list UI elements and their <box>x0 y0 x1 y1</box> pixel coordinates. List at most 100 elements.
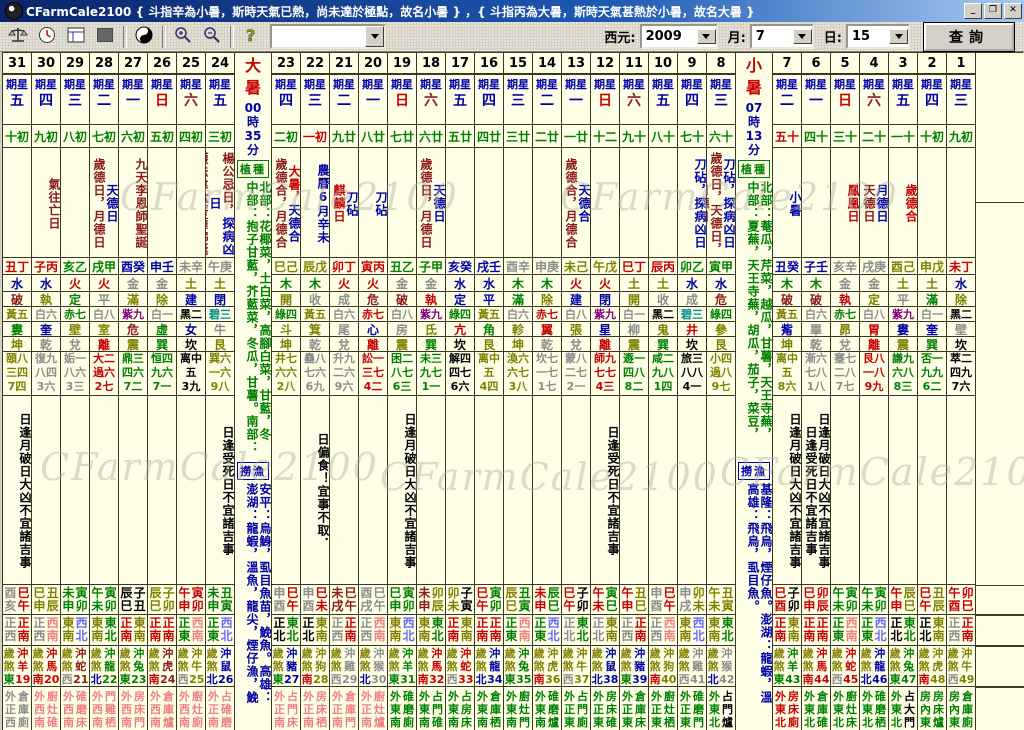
month-field[interactable]: 7 <box>750 24 814 49</box>
day-number: 1 <box>947 53 975 75</box>
ganzhi-cell: 申庚 <box>533 258 561 275</box>
svg-text:?: ? <box>246 26 255 44</box>
weekday-char: 三 <box>308 91 322 111</box>
day-column-14: 14期星二二廿申庚木除赤七翼乾坎七一七1七未申辰巳正東西北歲煞南沖虎36外東南碓… <box>533 53 562 730</box>
square-button[interactable] <box>91 24 119 50</box>
clash-cell: 歲煞東沖豬39 <box>620 646 648 687</box>
festival-cell: 楊公忌日，探病凶日護法韋馱菩薩佛誕 <box>206 148 234 258</box>
element-cell: 土 <box>918 275 946 292</box>
hexagram-cell: 旅三八八4一 <box>678 352 706 396</box>
day-column-10: 10期星五八十辰丙土收黑二鬼巽咸二九八1四申酉巳午正西西南歲煞南沖狗40外正東廚… <box>649 53 678 730</box>
gods-direction-cell: 正西正南 <box>620 615 648 646</box>
officer-cell: 建 <box>562 292 590 307</box>
weekday-cell: 期星四 <box>32 75 60 125</box>
minimize-button[interactable]: _ <box>964 3 982 19</box>
weekday-cell: 期星五 <box>3 75 31 125</box>
weekday-prefix: 期星 <box>681 78 703 91</box>
ganzhi-cell: 戌甲 <box>90 258 118 275</box>
weekday-cell: 期星三 <box>61 75 89 125</box>
zoom-in-icon <box>174 26 192 48</box>
yinyang-button[interactable] <box>130 24 158 50</box>
weekday-prefix: 期星 <box>64 78 86 91</box>
sui-sha: 歲煞北 <box>708 647 719 686</box>
date-field-dropdown-icon[interactable] <box>889 29 908 44</box>
element-cell: 金 <box>388 275 416 292</box>
weekday-char: 三 <box>68 91 82 111</box>
form-button[interactable] <box>62 24 90 50</box>
toolbar-icons: ? <box>4 24 266 50</box>
sui-sha: 歲煞東 <box>4 647 15 686</box>
hexagram-cell: 离中五8六 <box>773 352 801 396</box>
day-note-cell <box>32 396 60 585</box>
sui-sha: 歲煞東 <box>890 647 901 686</box>
element-cell: 土 <box>620 275 648 292</box>
zoom-in-button[interactable] <box>169 24 197 50</box>
nine-star-cell: 碧三 <box>206 307 234 322</box>
day-column-29: 29期星三八初亥乙火定赤七壁兌姤一八六3三未申寅卯東南西北歲煞西沖蛇21外西南碓… <box>61 53 90 730</box>
festival-text: 天德日歲德日，月德日 <box>417 148 445 257</box>
combobox-dropdown-icon[interactable] <box>365 26 384 47</box>
ganzhi-cell: 亥癸 <box>446 258 474 275</box>
ganzhi-cell: 卯丁 <box>330 258 358 275</box>
weekday-char: 二 <box>97 91 111 111</box>
weekday-cell: 期星日 <box>831 75 859 125</box>
weekday-char: 四 <box>482 91 496 111</box>
clash-cell: 歲煞東沖羊31 <box>388 646 416 687</box>
festival-cell: 九天李恩師聖誕 <box>119 148 147 258</box>
year-field[interactable]: 2009 <box>640 24 718 49</box>
clash-cell: 歲煞東沖豬27 <box>272 646 300 687</box>
day-field[interactable]: 15 <box>846 24 910 49</box>
clash-animal: 沖虎36 <box>545 647 560 686</box>
sui-sha: 歲煞南 <box>302 647 313 686</box>
hexagram-cell: 復九八四3六 <box>32 352 60 396</box>
clash-cell: 歲煞東沖羊19 <box>3 646 31 687</box>
query-button[interactable]: 查詢 <box>924 23 1014 51</box>
lucky-hours-cell: 午未寅卯 <box>860 585 888 615</box>
taishen-cell: 外西南倉庫爐 <box>148 687 176 730</box>
gods-direction-cell: 正北東北 <box>889 615 917 646</box>
clock-button[interactable] <box>33 24 61 50</box>
weekday-cell: 期星二 <box>533 75 561 125</box>
lunar-date: 六十 <box>707 125 735 148</box>
calendar-combobox[interactable] <box>270 24 386 49</box>
day-note-cell <box>359 396 387 585</box>
lunar-date: 七十 <box>678 125 706 148</box>
zoom-out-button[interactable] <box>198 24 226 50</box>
date-field-dropdown-icon[interactable] <box>697 29 716 44</box>
weekday-prefix: 期星 <box>565 78 587 91</box>
lunar-date: 六廿 <box>417 125 445 148</box>
help-button[interactable]: ? <box>237 24 265 50</box>
window-controls: _❐✕ <box>962 3 1022 19</box>
sui-sha: 歲煞東 <box>774 647 785 686</box>
date-field-value: 2009 <box>642 29 697 44</box>
hexagram-cell: 頤八三四7四 <box>3 352 31 396</box>
festival-text: 農曆6月辛未 <box>301 148 329 257</box>
trigram-cell: 艮 <box>475 337 503 352</box>
lucky-hours-cell: 未申寅卯 <box>61 585 89 615</box>
date-field-dropdown-icon[interactable] <box>793 29 812 44</box>
nine-star-cell: 黃五 <box>773 307 801 322</box>
close-button[interactable]: ✕ <box>1004 3 1022 19</box>
taishen-cell: 外正東占門廁 <box>562 687 590 730</box>
taishen-cell: 外東北廚灶床 <box>831 687 859 730</box>
trigram-cell: 乾 <box>533 337 561 352</box>
weekday-cell: 期星一 <box>802 75 830 125</box>
lucky-hours-cell: 巳午子卯 <box>562 585 590 615</box>
officer-cell: 除 <box>533 292 561 307</box>
day-number: 31 <box>3 53 31 75</box>
day-column-25: 25期星六四初未辛土建黑二女坎离中五3九午申寅卯正東西南歲煞西沖牛25外西南廚灶… <box>177 53 206 730</box>
taishen-cell: 外正南倉庫門 <box>330 687 358 730</box>
weekday-cell: 期星二 <box>773 75 801 125</box>
ganzhi-cell: 子甲 <box>417 258 445 275</box>
day-note-cell <box>562 396 590 585</box>
taishen-cell: 外東南倉庫栖 <box>475 687 503 730</box>
maximize-button[interactable]: ❐ <box>984 3 1002 19</box>
ganzhi-cell: 戌庚 <box>860 258 888 275</box>
scales-button[interactable] <box>4 24 32 50</box>
day-number: 13 <box>562 53 590 75</box>
festival-cell <box>446 148 474 258</box>
weekday-prefix: 期星 <box>93 78 115 91</box>
taishen-cell: 外東北碓磨栖 <box>860 687 888 730</box>
day-number: 7 <box>773 53 801 75</box>
sui-sha: 歲煞南 <box>534 647 545 686</box>
